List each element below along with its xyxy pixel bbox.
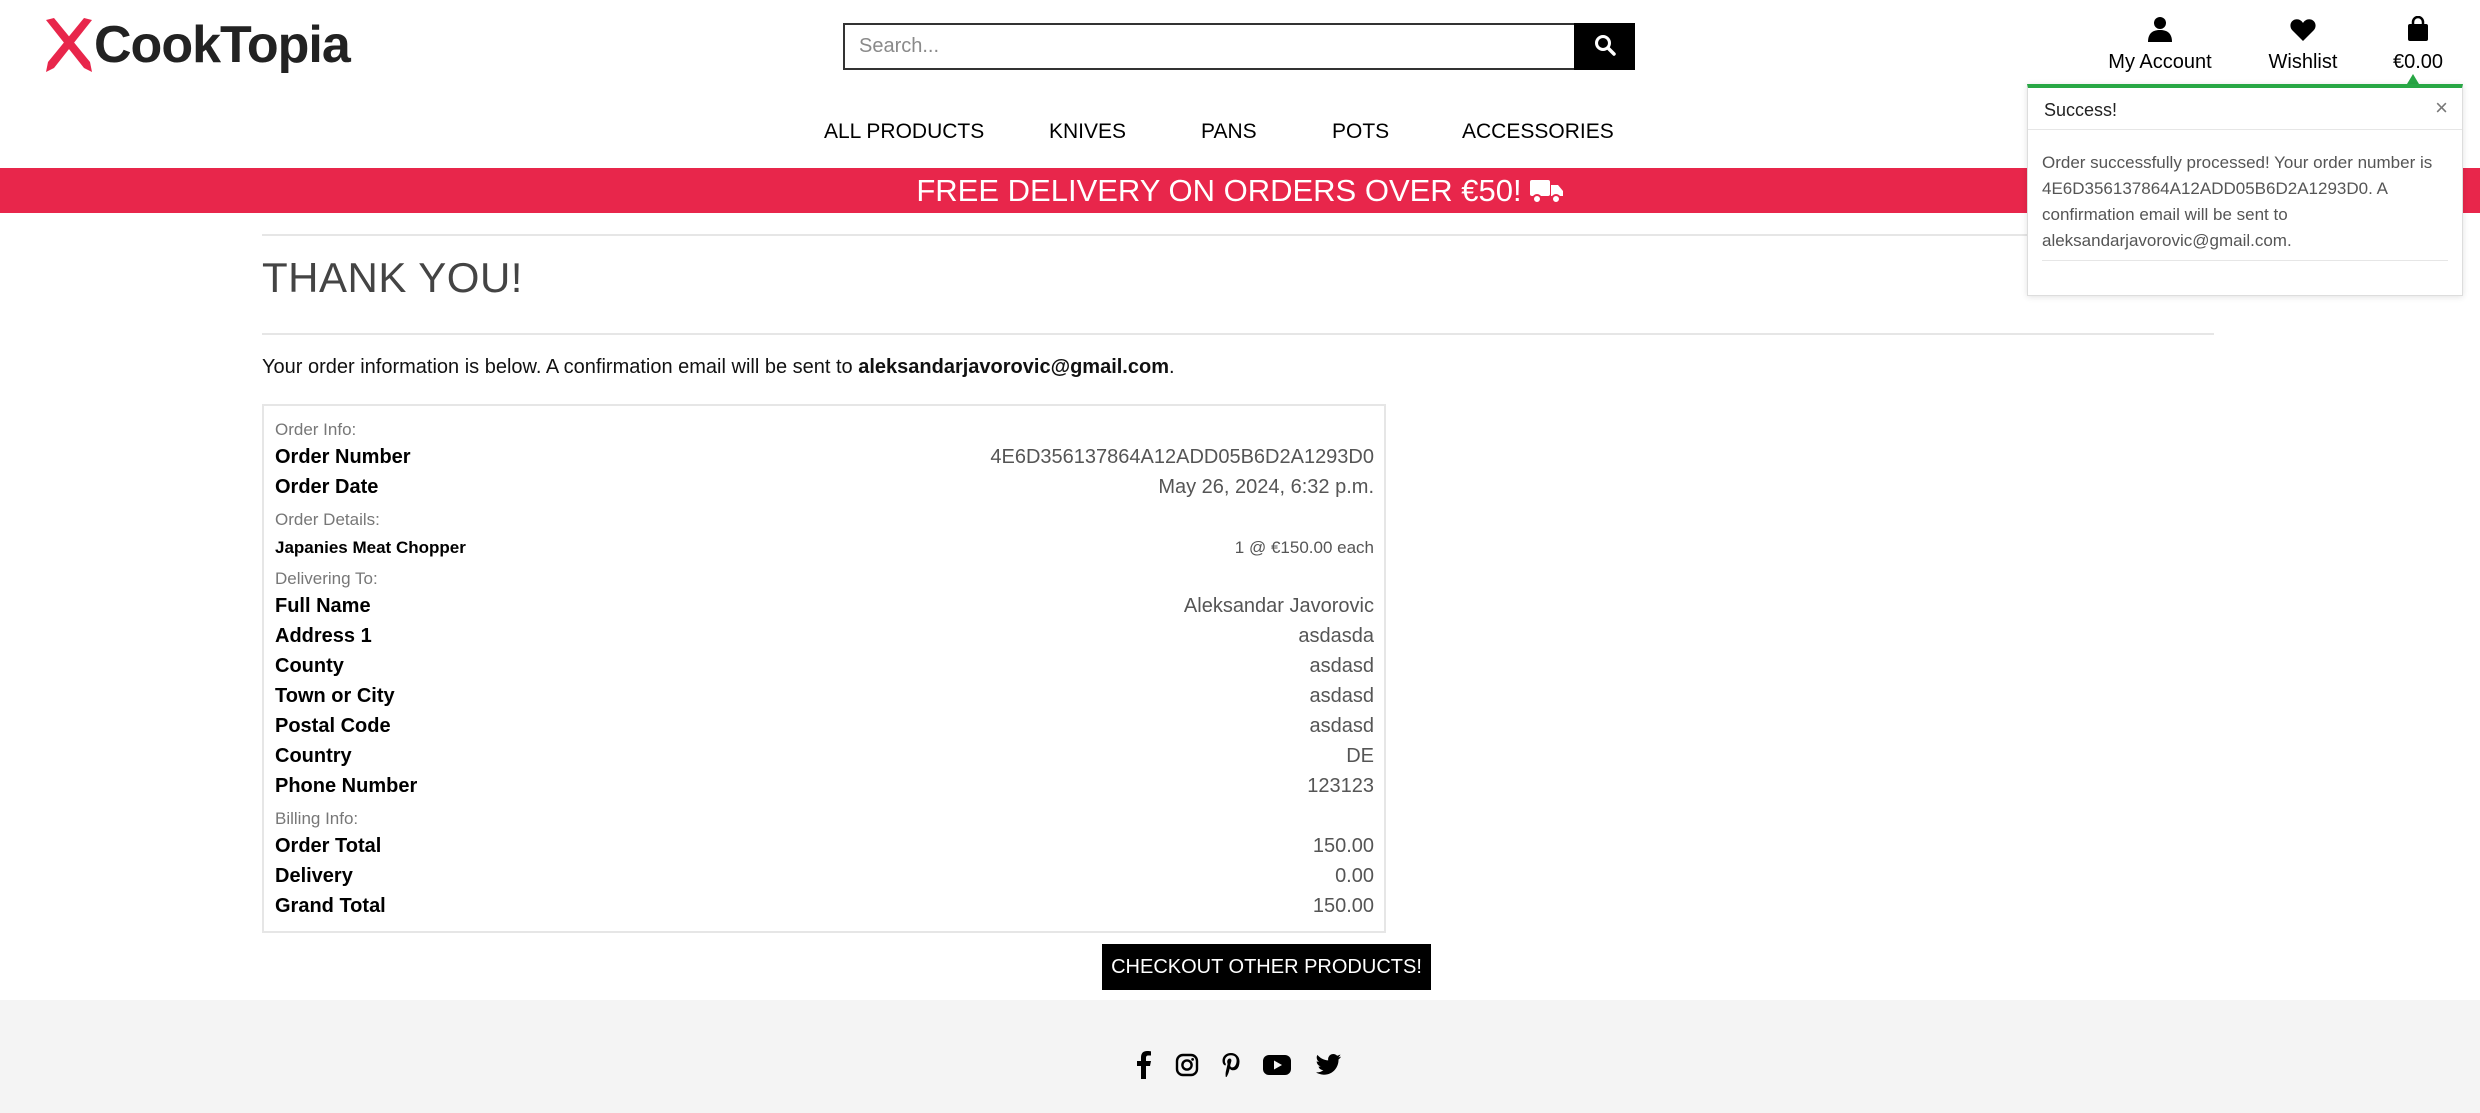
toast-divider xyxy=(2042,260,2448,261)
delivery-value: 123123 xyxy=(1307,775,1374,797)
delivery-label: Full Name xyxy=(275,595,371,617)
wishlist-label: Wishlist xyxy=(2268,51,2338,73)
intro-suffix: . xyxy=(1169,356,1175,378)
checkout-other-products-button[interactable]: CHECKOUT OTHER PRODUCTS! xyxy=(1102,944,1431,990)
user-icon xyxy=(2148,16,2172,47)
billing-row-grand-total: Grand Total 150.00 xyxy=(275,895,1374,918)
billing-row-order-total: Order Total 150.00 xyxy=(275,835,1374,858)
order-summary-box: Order Info: Order Number 4E6D356137864A1… xyxy=(262,404,1386,933)
delivery-label: Country xyxy=(275,745,352,767)
confirmation-email: aleksandarjavorovic@gmail.com xyxy=(858,356,1169,378)
crossed-knives-icon xyxy=(40,16,98,74)
delivery-value: asdasd xyxy=(1309,655,1375,677)
toast-message: Order successfully processed! Your order… xyxy=(2042,153,2433,250)
order-date-row: Order Date May 26, 2024, 6:32 p.m. xyxy=(275,476,1374,499)
item-qty-price: 1 @ €150.00 each xyxy=(1234,538,1374,557)
title-bottom-divider xyxy=(262,333,2214,335)
delivery-value: asdasd xyxy=(1309,685,1375,707)
truck-icon xyxy=(1529,178,1564,204)
delivery-row-county: County asdasd xyxy=(275,655,1374,678)
order-number-value: 4E6D356137864A12ADD05B6D2A1293D0 xyxy=(990,446,1374,468)
nav-all-products[interactable]: ALL PRODUCTS xyxy=(824,120,984,144)
billing-label: Order Total xyxy=(275,835,382,857)
order-details-label: Order Details: xyxy=(275,510,380,529)
order-number-row: Order Number 4E6D356137864A12ADD05B6D2A1… xyxy=(275,446,1374,469)
title-top-divider xyxy=(262,234,2214,236)
delivery-row-country: Country DE xyxy=(275,745,1374,768)
search-form xyxy=(843,23,1635,70)
delivery-row-phone: Phone Number 123123 xyxy=(275,775,1374,798)
order-item-row: Japanies Meat Chopper 1 @ €150.00 each xyxy=(275,538,1374,558)
facebook-icon[interactable] xyxy=(1129,1050,1159,1080)
billing-value: 150.00 xyxy=(1312,895,1374,917)
order-date-label: Order Date xyxy=(275,476,379,498)
brand-name: CookTopia xyxy=(94,16,351,74)
free-delivery-text: FREE DELIVERY ON ORDERS OVER €50! xyxy=(916,172,1522,208)
heart-icon xyxy=(2290,18,2316,47)
item-name: Japanies Meat Chopper xyxy=(275,538,466,557)
delivery-row-address-1: Address 1 asdasda xyxy=(275,625,1374,648)
wishlist-link[interactable]: Wishlist xyxy=(2262,14,2344,74)
site-logo[interactable]: CookTopia xyxy=(40,14,351,76)
nav-pots[interactable]: POTS xyxy=(1332,120,1389,144)
search-input[interactable] xyxy=(843,23,1574,70)
billing-label: Grand Total xyxy=(275,895,386,917)
delivery-label: Phone Number xyxy=(275,775,418,797)
billing-value: 150.00 xyxy=(1312,835,1374,857)
close-icon[interactable]: × xyxy=(2435,96,2448,120)
order-intro-text: Your order information is below. A confi… xyxy=(262,356,1175,379)
nav-knives[interactable]: KNIVES xyxy=(1049,120,1126,144)
instagram-icon[interactable] xyxy=(1172,1050,1202,1080)
cart-link[interactable]: €0.00 xyxy=(2388,14,2448,74)
youtube-icon[interactable] xyxy=(1262,1050,1292,1080)
pinterest-icon[interactable] xyxy=(1216,1050,1246,1080)
nav-accessories[interactable]: ACCESSORIES xyxy=(1462,120,1614,144)
delivery-label: County xyxy=(275,655,344,677)
cart-total: €0.00 xyxy=(2392,51,2444,73)
page-title: THANK YOU! xyxy=(262,254,523,301)
order-number-label: Order Number xyxy=(275,446,411,468)
my-account-label: My Account xyxy=(2108,51,2212,73)
delivery-label: Address 1 xyxy=(275,625,372,647)
delivery-value: asdasd xyxy=(1309,715,1375,737)
success-toast: Success! × Order successfully processed!… xyxy=(2027,84,2463,296)
delivery-value: asdasda xyxy=(1298,625,1374,647)
toast-header: Success! × xyxy=(2028,88,2462,130)
order-date-value: May 26, 2024, 6:32 p.m. xyxy=(1158,476,1374,498)
billing-row-delivery: Delivery 0.00 xyxy=(275,865,1374,888)
billing-info-label: Billing Info: xyxy=(275,809,359,828)
search-icon xyxy=(1594,34,1616,59)
billing-value: 0.00 xyxy=(1335,865,1374,887)
shopping-bag-icon xyxy=(2407,15,2429,47)
toast-title: Success! xyxy=(2044,100,2118,120)
billing-label: Delivery xyxy=(275,865,353,887)
twitter-icon[interactable] xyxy=(1314,1050,1344,1080)
my-account-link[interactable]: My Account xyxy=(2108,14,2212,74)
site-footer xyxy=(0,1000,2480,1113)
delivery-label: Postal Code xyxy=(275,715,391,737)
intro-prefix: Your order information is below. A confi… xyxy=(262,356,859,378)
order-info-label: Order Info: xyxy=(275,420,357,439)
nav-pans[interactable]: PANS xyxy=(1201,120,1257,144)
delivery-value: DE xyxy=(1346,745,1374,767)
search-button[interactable] xyxy=(1574,23,1635,70)
delivery-row-postal-code: Postal Code asdasd xyxy=(275,715,1374,738)
delivering-to-label: Delivering To: xyxy=(275,569,378,588)
delivery-row-town: Town or City asdasd xyxy=(275,685,1374,708)
delivery-value: Aleksandar Javorovic xyxy=(1183,595,1374,617)
toast-pointer xyxy=(2407,74,2419,84)
delivery-row-full-name: Full Name Aleksandar Javorovic xyxy=(275,595,1374,618)
delivery-label: Town or City xyxy=(275,685,395,707)
